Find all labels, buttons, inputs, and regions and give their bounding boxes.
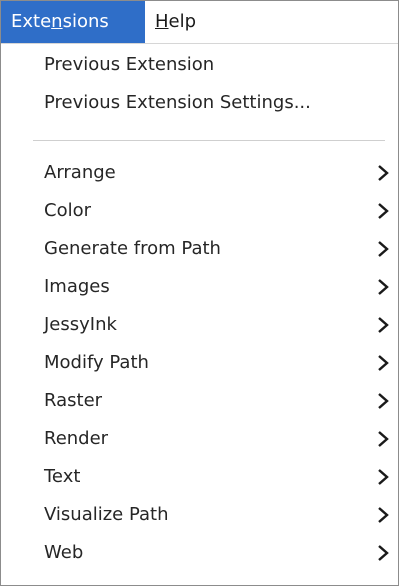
extensions-dropdown-menu: Previous Extension Previous Extension Se… [1, 44, 398, 585]
menu-item-label: Color [44, 200, 91, 221]
menubar: Extensions Help [1, 1, 398, 44]
menu-separator [33, 140, 385, 141]
chevron-right-icon [378, 317, 389, 333]
menu-extensions-label-part1: Exte [11, 11, 52, 32]
menu-help-mnemonic: H [155, 11, 169, 32]
menu-item-text[interactable]: Text [1, 458, 398, 496]
menu-item-modify-path[interactable]: Modify Path [1, 344, 398, 382]
chevron-right-icon [378, 545, 389, 561]
menu-item-images[interactable]: Images [1, 268, 398, 306]
menu-extensions-mnemonic: n [51, 11, 63, 32]
menu-item-previous-extension-settings[interactable]: Previous Extension Settings... [1, 84, 398, 122]
menu-item-web[interactable]: Web [1, 534, 398, 572]
chevron-right-icon [378, 355, 389, 371]
menu-item-label: Modify Path [44, 352, 149, 373]
chevron-right-icon [378, 393, 389, 409]
menu-item-raster[interactable]: Raster [1, 382, 398, 420]
menu-item-render[interactable]: Render [1, 420, 398, 458]
menu-extensions[interactable]: Extensions [1, 1, 145, 43]
menu-item-label: Raster [44, 390, 103, 411]
chevron-right-icon [378, 203, 389, 219]
menu-help[interactable]: Help [145, 1, 211, 43]
chevron-right-icon [378, 469, 389, 485]
menu-item-label: JessyInk [44, 314, 117, 335]
menu-item-visualize-path[interactable]: Visualize Path [1, 496, 398, 534]
menu-item-label: Generate from Path [44, 238, 221, 259]
menu-item-label: Web [44, 542, 84, 563]
app-window: Extensions Help Previous Extension Previ… [0, 0, 399, 586]
menu-item-label: Visualize Path [44, 504, 169, 525]
menu-item-previous-extension[interactable]: Previous Extension [1, 46, 398, 84]
menu-item-jessyink[interactable]: JessyInk [1, 306, 398, 344]
menu-item-label: Previous Extension Settings... [44, 92, 311, 113]
chevron-right-icon [378, 165, 389, 181]
menu-item-label: Arrange [44, 162, 116, 183]
chevron-right-icon [378, 241, 389, 257]
chevron-right-icon [378, 431, 389, 447]
menu-item-arrange[interactable]: Arrange [1, 154, 398, 192]
menu-item-generate-from-path[interactable]: Generate from Path [1, 230, 398, 268]
menu-extensions-label-part2: sions [62, 11, 109, 32]
menu-help-label: elp [168, 11, 197, 32]
chevron-right-icon [378, 279, 389, 295]
chevron-right-icon [378, 507, 389, 523]
menu-item-label: Previous Extension [44, 54, 215, 75]
menu-item-label: Render [44, 428, 109, 449]
menu-item-label: Text [44, 466, 81, 487]
menu-item-color[interactable]: Color [1, 192, 398, 230]
menu-item-label: Images [44, 276, 110, 297]
